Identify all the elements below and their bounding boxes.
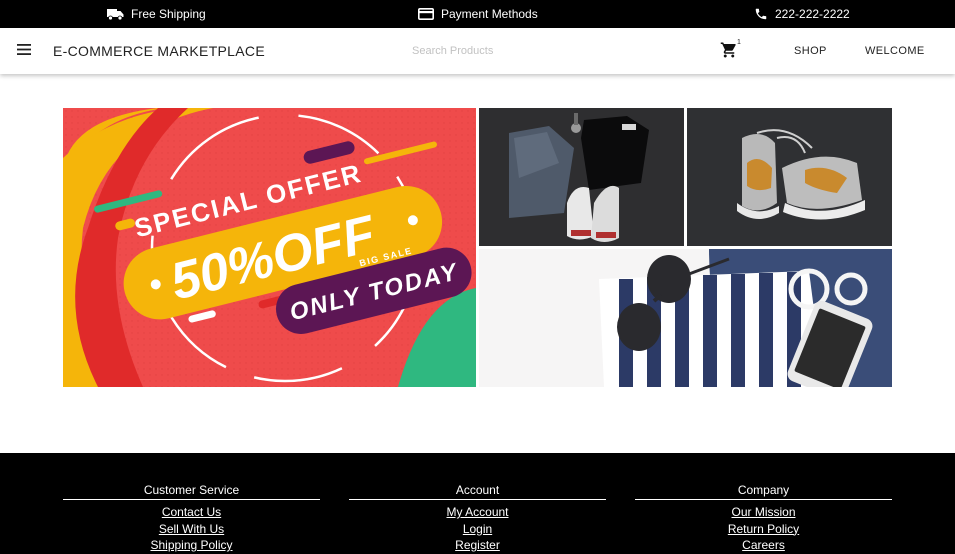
footer-link-careers[interactable]: Careers [635, 537, 892, 554]
promo-banner[interactable]: SPECIAL OFFER 50%OFF BIG SALE ONLY TODAY [63, 108, 476, 387]
shopping-cart-icon [720, 42, 738, 63]
search-input[interactable] [412, 40, 652, 62]
hamburger-menu-icon [17, 42, 31, 60]
footer-column-company: Company Our Mission Return Policy Career… [635, 483, 892, 554]
top-info-bar: Free Shipping Payment Methods 222-222-22… [0, 0, 955, 28]
free-shipping-label: Free Shipping [131, 7, 206, 21]
footer-link-our-mission[interactable]: Our Mission [635, 504, 892, 521]
footer-link-login[interactable]: Login [349, 521, 606, 538]
phone-item: 222-222-2222 [754, 0, 850, 28]
footer-link-register[interactable]: Register [349, 537, 606, 554]
footer-column-title: Account [349, 483, 606, 500]
sunglasses-phone-flatlay-image[interactable] [479, 249, 892, 387]
clothes-flatlay-image[interactable] [479, 108, 684, 246]
free-shipping-item: Free Shipping [107, 0, 206, 28]
phone-number: 222-222-2222 [775, 7, 850, 21]
footer-column-account: Account My Account Login Register [349, 483, 606, 554]
footer: Customer Service Contact Us Sell With Us… [0, 453, 955, 554]
payment-methods-item: Payment Methods [418, 0, 538, 28]
footer-column-title: Customer Service [63, 483, 320, 500]
credit-card-icon [418, 8, 434, 20]
footer-link-contact-us[interactable]: Contact Us [63, 504, 320, 521]
sneakers-image[interactable] [687, 108, 892, 246]
navbar: E-COMMERCE MARKETPLACE 1 SHOP WELCOME [0, 28, 955, 74]
cart-count-badge: 1 [737, 39, 741, 46]
nav-link-welcome[interactable]: WELCOME [865, 28, 925, 74]
phone-icon [754, 7, 768, 21]
footer-link-return-policy[interactable]: Return Policy [635, 521, 892, 538]
footer-link-my-account[interactable]: My Account [349, 504, 606, 521]
truck-icon [107, 8, 124, 21]
nav-link-shop[interactable]: SHOP [794, 28, 827, 74]
footer-link-shipping-policy[interactable]: Shipping Policy [63, 537, 320, 554]
menu-button[interactable] [14, 41, 34, 61]
payment-methods-label: Payment Methods [441, 7, 538, 21]
brand-logo-text[interactable]: E-COMMERCE MARKETPLACE [53, 28, 265, 74]
footer-column-customer-service: Customer Service Contact Us Sell With Us… [63, 483, 320, 554]
footer-column-title: Company [635, 483, 892, 500]
footer-link-sell-with-us[interactable]: Sell With Us [63, 521, 320, 538]
